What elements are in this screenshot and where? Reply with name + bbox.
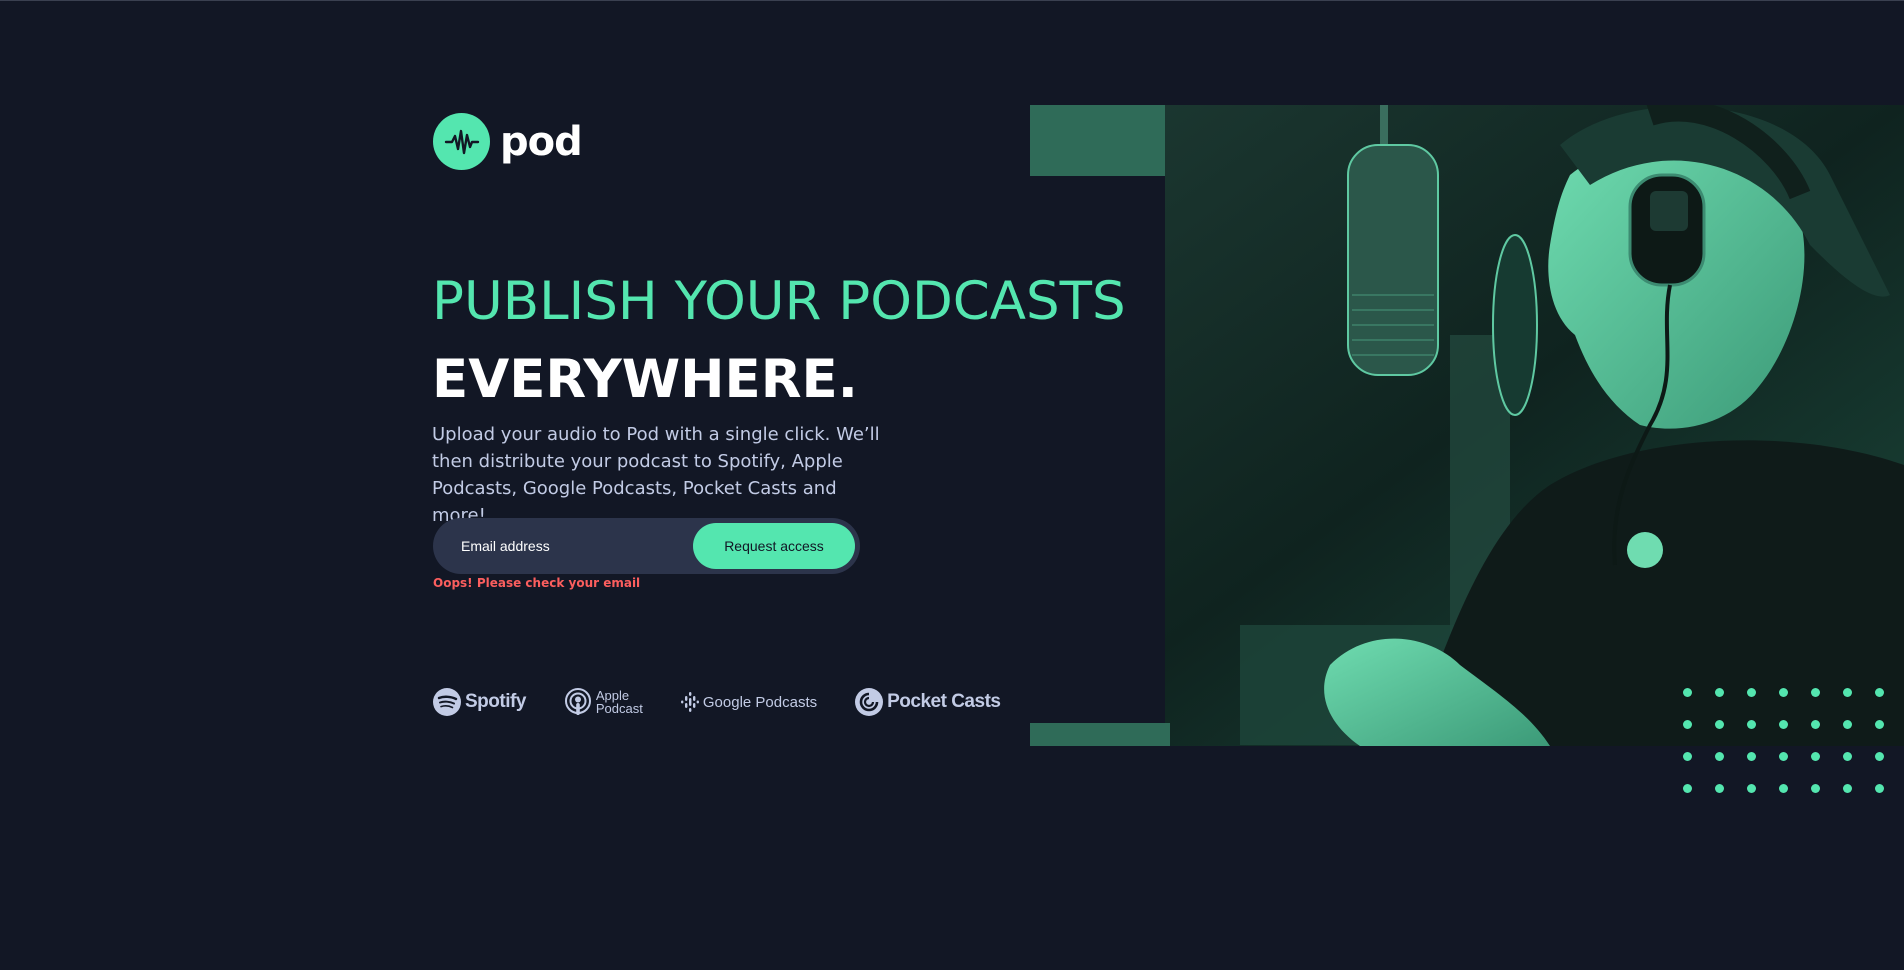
platform-pocket-casts: Pocket Casts: [855, 688, 1001, 716]
decorative-dot: [1811, 752, 1820, 761]
decorative-dot: [1683, 688, 1692, 697]
decorative-dot: [1715, 720, 1724, 729]
decorative-dot: [1747, 784, 1756, 793]
platform-label: Spotify: [465, 691, 526, 712]
decorative-dot: [1779, 720, 1788, 729]
decorative-dot: [1875, 688, 1884, 697]
decorative-dot: [1715, 688, 1724, 697]
platform-apple-podcasts: Apple Podcast: [564, 687, 643, 717]
decorative-dot: [1811, 784, 1820, 793]
hero-title-line2: EVERYWHERE.: [432, 349, 858, 410]
decorative-dot: [1747, 720, 1756, 729]
email-error-message: Oops! Please check your email: [433, 576, 641, 590]
decorative-dot: [1843, 688, 1852, 697]
decorative-dot: [1843, 752, 1852, 761]
decorative-dot: [1683, 720, 1692, 729]
decorative-dot: [1683, 752, 1692, 761]
decorative-dot: [1875, 784, 1884, 793]
apple-podcast-icon: [564, 688, 591, 715]
pocket-casts-icon: [855, 688, 884, 716]
decorative-dot-grid: [1683, 688, 1904, 798]
decorative-dot: [1843, 784, 1852, 793]
decorative-dot: [1779, 752, 1788, 761]
spotify-icon: [433, 688, 461, 716]
decorative-dot: [1875, 720, 1884, 729]
request-access-button[interactable]: Request access: [693, 523, 855, 569]
hero-image: [1030, 105, 1904, 746]
decorative-dot: [1811, 688, 1820, 697]
decorative-dot: [1779, 784, 1788, 793]
decorative-dot: [1683, 784, 1692, 793]
decorative-dot: [1779, 688, 1788, 697]
decorative-dot: [1843, 720, 1852, 729]
platform-logos: Spotify Apple Podcast Google Podcasts Po…: [433, 687, 1038, 717]
waveform-icon: [433, 113, 490, 170]
decorative-dot: [1747, 752, 1756, 761]
platform-label-secondary: Podcast: [595, 701, 643, 716]
hero-title-line1: PUBLISH YOUR PODCASTS: [432, 271, 1126, 332]
brand-logo[interactable]: pod: [433, 113, 583, 170]
brand-name: pod: [500, 118, 583, 165]
platform-label: Pocket Casts: [887, 691, 1001, 712]
decorative-dot: [1811, 720, 1820, 729]
platform-spotify: Spotify: [433, 688, 526, 716]
hero-description: Upload your audio to Pod with a single c…: [432, 424, 880, 526]
google-podcasts-icon: [680, 692, 699, 712]
decorative-dot: [1715, 784, 1724, 793]
email-input[interactable]: [461, 538, 681, 554]
access-form: Request access: [433, 518, 860, 574]
decorative-dot: [1715, 752, 1724, 761]
decorative-dot: [1747, 688, 1756, 697]
platform-google-podcasts: Google Podcasts: [680, 692, 818, 712]
platform-label: Google Podcasts: [702, 693, 818, 711]
decorative-dot: [1875, 752, 1884, 761]
